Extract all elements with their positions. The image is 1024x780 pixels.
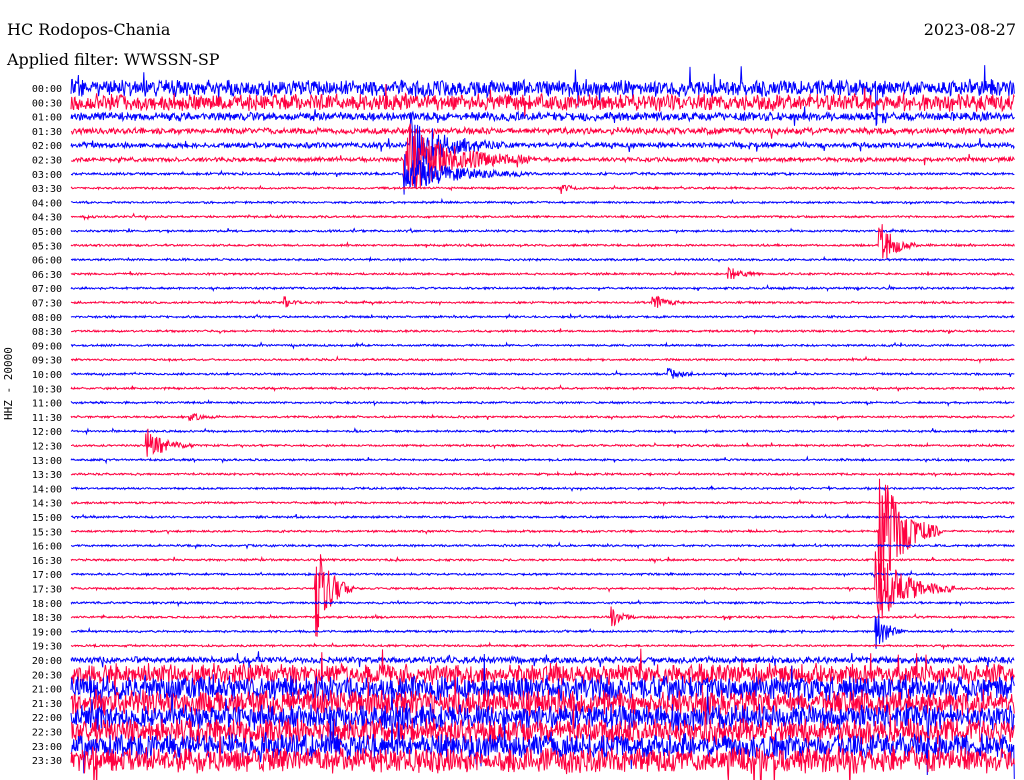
row-time-label: 22:30 xyxy=(32,728,62,739)
row-time-label: 09:30 xyxy=(32,356,62,367)
trace-0500 xyxy=(71,228,1014,233)
trace-0330 xyxy=(71,185,1014,194)
row-time-label: 18:30 xyxy=(32,613,62,624)
row-time-label: 13:00 xyxy=(32,456,62,467)
row-time-label: 19:30 xyxy=(32,642,62,653)
row-time-label: 02:30 xyxy=(32,156,62,167)
trace-0900 xyxy=(71,343,1014,348)
row-time-label: 01:30 xyxy=(32,127,62,138)
row-time-label: 18:00 xyxy=(32,599,62,610)
trace-0730 xyxy=(71,296,1014,308)
row-time-label: 17:30 xyxy=(32,585,62,596)
trace-1800 xyxy=(71,601,1014,606)
row-time-label: 03:00 xyxy=(32,170,62,181)
trace-1730 xyxy=(71,551,1014,636)
row-time-label: 12:00 xyxy=(32,427,62,438)
row-time-label: 21:30 xyxy=(32,699,62,710)
trace-1630 xyxy=(71,557,1014,563)
trace-0700 xyxy=(71,286,1014,291)
trace-2300 xyxy=(71,712,1014,779)
helicorder-plot: 00:00 00:30 01:00 01:30 02:00 02:30 03:00 03:30… xyxy=(0,0,1024,780)
trace-1000 xyxy=(71,368,1014,379)
row-time-label: 14:00 xyxy=(32,484,62,495)
row-time-label: 20:00 xyxy=(32,656,62,667)
trace-1700 xyxy=(71,571,1014,576)
trace-1100 xyxy=(71,401,1014,406)
trace-0600 xyxy=(71,258,1014,262)
trace-0800 xyxy=(71,315,1014,320)
trace-1330 xyxy=(71,472,1014,476)
trace-0830 xyxy=(71,329,1014,334)
row-time-label: 11:30 xyxy=(32,413,62,424)
trace-1400 xyxy=(71,486,1014,491)
row-time-label: 08:30 xyxy=(32,327,62,338)
row-time-label: 13:30 xyxy=(32,470,62,481)
row-time-label: 15:00 xyxy=(32,513,62,524)
row-time-label: 05:00 xyxy=(32,227,62,238)
row-time-label: 07:30 xyxy=(32,299,62,310)
trace-1600 xyxy=(71,543,1014,548)
row-time-label: 22:00 xyxy=(32,713,62,724)
trace-0430 xyxy=(71,214,1014,219)
row-time-label: 08:00 xyxy=(32,313,62,324)
row-time-label: 10:30 xyxy=(32,384,62,395)
row-time-label: 01:00 xyxy=(32,113,62,124)
row-time-label: 23:30 xyxy=(32,756,62,767)
row-time-label: 12:30 xyxy=(32,442,62,453)
trace-1200 xyxy=(71,428,1014,433)
row-time-label: 09:00 xyxy=(32,341,62,352)
trace-1030 xyxy=(71,386,1014,392)
trace-1430 xyxy=(71,500,1014,505)
trace-1830 xyxy=(71,607,1014,627)
row-time-label: 23:00 xyxy=(32,742,62,753)
trace-0400 xyxy=(71,200,1014,204)
row-time-label: 21:00 xyxy=(32,685,62,696)
row-time-label: 05:30 xyxy=(32,241,62,252)
trace-0200 xyxy=(71,112,1014,172)
trace-1900 xyxy=(71,614,1014,649)
trace-0100 xyxy=(71,107,1014,126)
trace-0130 xyxy=(71,127,1014,139)
row-time-label: 06:00 xyxy=(32,256,62,267)
trace-1500 xyxy=(71,514,1014,518)
trace-0530 xyxy=(71,224,1014,258)
trace-0630 xyxy=(71,268,1014,279)
row-time-label: 06:30 xyxy=(32,270,62,281)
row-time-label: 00:30 xyxy=(32,98,62,109)
row-time-label: 17:00 xyxy=(32,570,62,581)
row-time-label: 19:00 xyxy=(32,627,62,638)
row-time-label: 04:30 xyxy=(32,213,62,224)
row-time-label: 11:00 xyxy=(32,399,62,410)
row-time-label: 02:00 xyxy=(32,141,62,152)
row-time-label: 07:00 xyxy=(32,284,62,295)
row-time-label: 04:00 xyxy=(32,198,62,209)
row-time-label: 10:00 xyxy=(32,370,62,381)
trace-0930 xyxy=(71,357,1014,362)
row-time-label: 03:30 xyxy=(32,184,62,195)
trace-1930 xyxy=(71,643,1014,648)
trace-1230 xyxy=(71,429,1014,457)
row-time-label: 20:30 xyxy=(32,670,62,681)
row-time-label: 15:30 xyxy=(32,527,62,538)
trace-1530 xyxy=(71,479,1014,599)
trace-1300 xyxy=(71,457,1014,462)
row-time-label: 16:00 xyxy=(32,542,62,553)
row-time-label: 00:00 xyxy=(32,84,62,95)
row-time-label: 14:30 xyxy=(32,499,62,510)
row-time-label: 16:30 xyxy=(32,556,62,567)
trace-1130 xyxy=(71,414,1014,421)
trace-2000 xyxy=(71,651,1014,667)
